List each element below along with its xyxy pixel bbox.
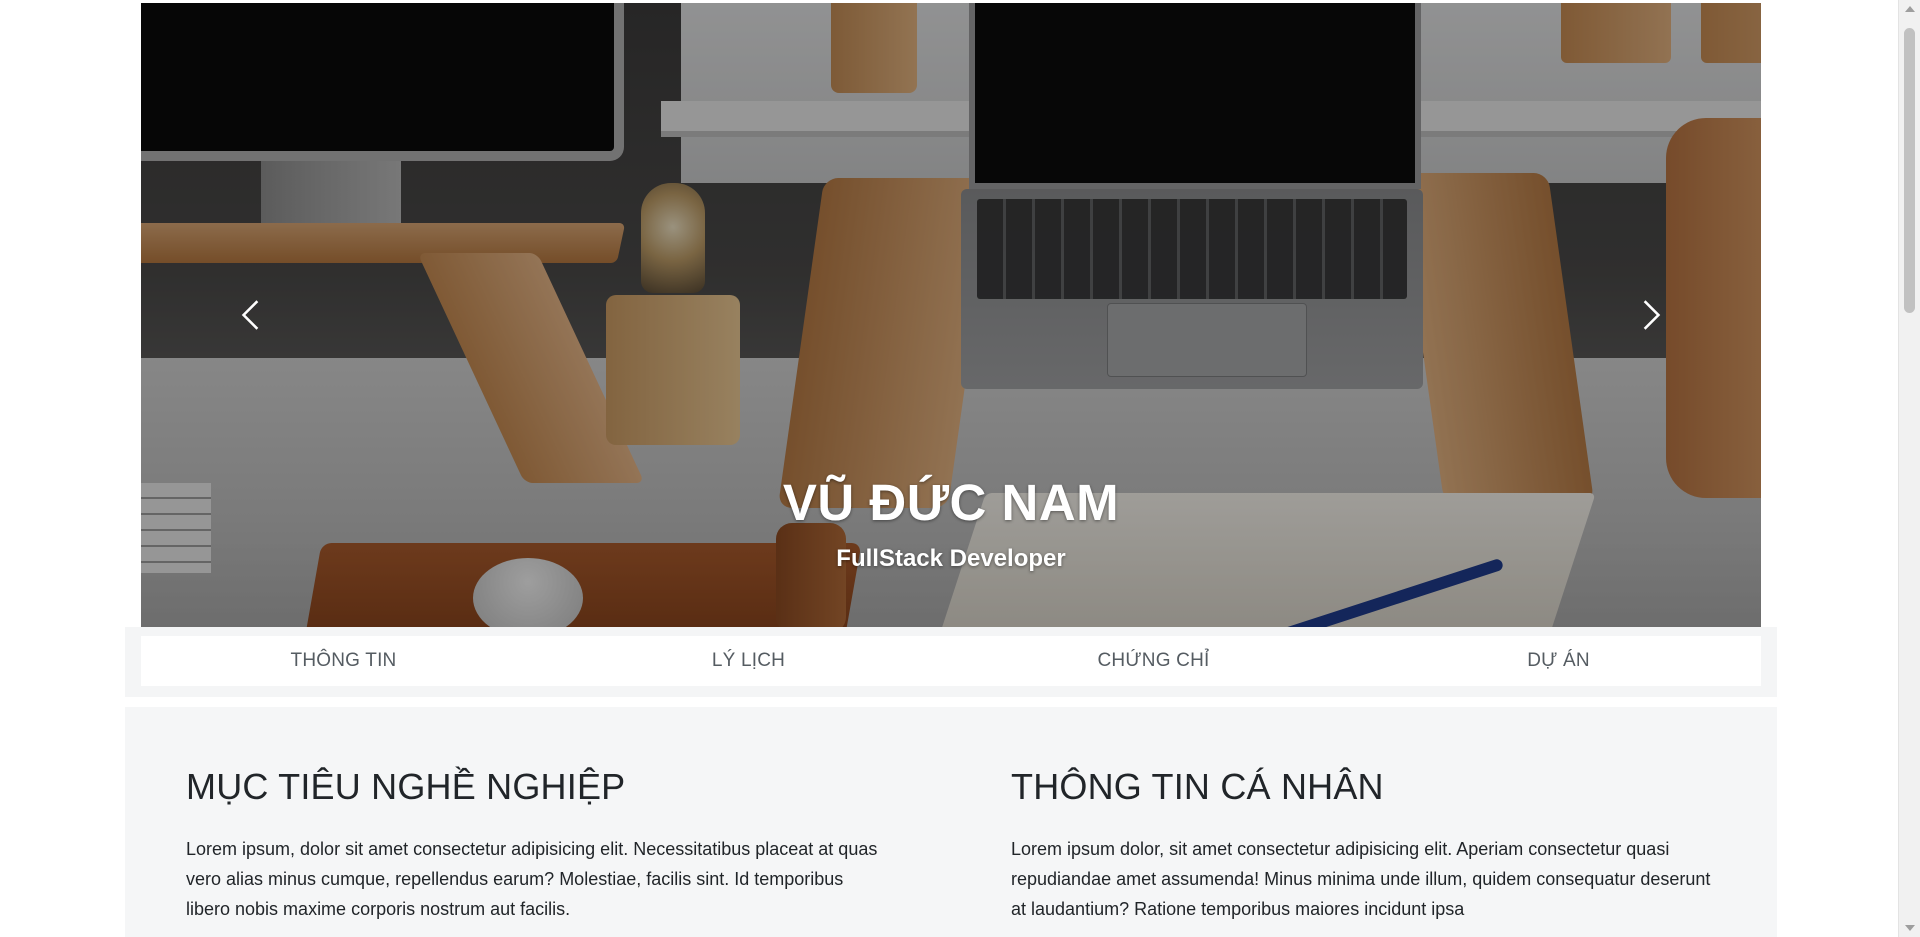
personal-info-block: THÔNG TIN CÁ NHÂN Lorem ipsum dolor, sit…: [1011, 765, 1711, 924]
scroll-thumb[interactable]: [1904, 28, 1915, 313]
personal-info-title: THÔNG TIN CÁ NHÂN: [1011, 766, 1384, 807]
personal-info-text: Lorem ipsum dolor, sit amet consectetur …: [1011, 839, 1711, 919]
page-scrollbar[interactable]: [1898, 0, 1920, 937]
section-nav: THÔNG TIN LÝ LỊCH CHỨNG CHỈ DỰ ÁN: [125, 627, 1777, 697]
carousel-caption: VŨ ĐỨC NAM FullStack Developer: [141, 473, 1761, 573]
scroll-up-icon[interactable]: [1905, 6, 1915, 12]
career-goal-text: Lorem ipsum, dolor sit amet consectetur …: [186, 839, 878, 919]
nav-item-ly-lich[interactable]: LÝ LỊCH: [546, 636, 951, 686]
nav-item-du-an[interactable]: DỰ ÁN: [1356, 636, 1761, 686]
page: VŨ ĐỨC NAM FullStack Developer THÔNG TIN…: [0, 0, 1898, 937]
nav-item-chung-chi[interactable]: CHỨNG CHỈ: [951, 636, 1356, 686]
chevron-left-icon: [241, 300, 259, 330]
info-section: MỤC TIÊU NGHỀ NGHIỆP Lorem ipsum, dolor …: [125, 707, 1777, 937]
scroll-down-icon[interactable]: [1905, 925, 1915, 931]
career-goal-title: MỤC TIÊU NGHỀ NGHIỆP: [186, 766, 626, 807]
nav-item-thong-tin[interactable]: THÔNG TIN: [141, 636, 546, 686]
hero-carousel: VŨ ĐỨC NAM FullStack Developer: [141, 3, 1761, 627]
nav-tabs: THÔNG TIN LÝ LỊCH CHỨNG CHỈ DỰ ÁN: [141, 636, 1761, 686]
hero-role: FullStack Developer: [836, 545, 1066, 572]
chevron-right-icon: [1643, 300, 1661, 330]
hero-name: VŨ ĐỨC NAM: [782, 474, 1120, 531]
career-goal-block: MỤC TIÊU NGHỀ NGHIỆP Lorem ipsum, dolor …: [186, 765, 886, 924]
